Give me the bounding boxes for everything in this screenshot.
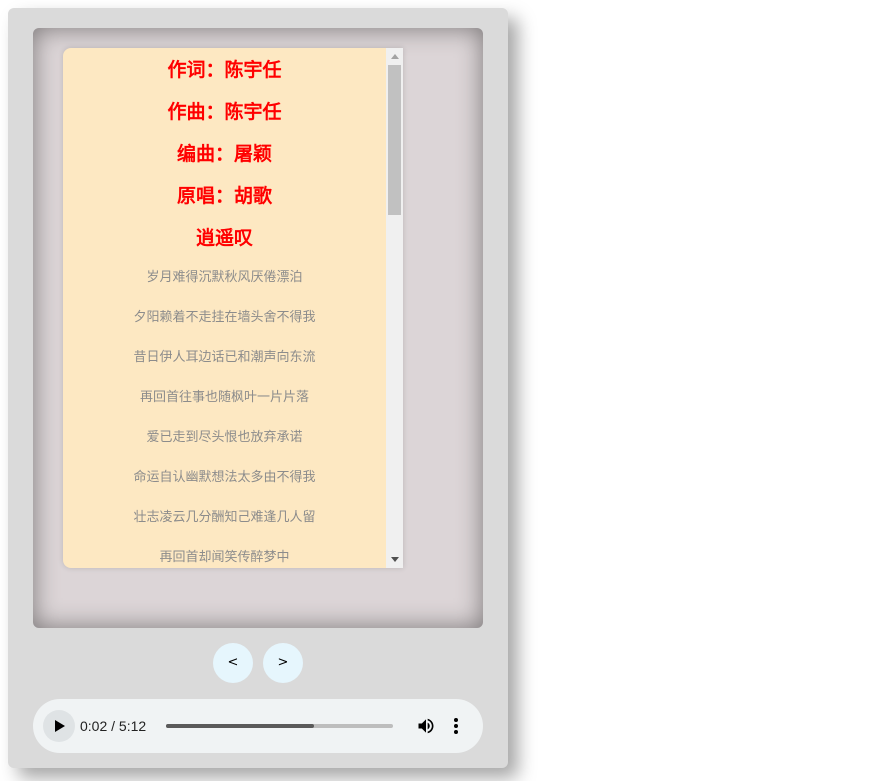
lyrics-content: 作词：陈宇任 作曲：陈宇任 编曲：屠颖 原唱：胡歌 逍遥叹 岁月难得沉默秋风厌倦… — [63, 48, 386, 568]
lyric-line: 再回首往事也随枫叶一片片落 — [139, 390, 309, 405]
more-options-icon[interactable] — [448, 716, 464, 736]
next-button[interactable]: > — [263, 643, 303, 683]
lyric-line: 命运自认幽默想法太多由不得我 — [133, 470, 316, 485]
audio-player: 0:02 / 5:12 — [33, 699, 483, 753]
original-singer-credit: 原唱：胡歌 — [176, 185, 272, 207]
scroll-down-arrow-icon[interactable] — [386, 551, 403, 568]
composer-credit: 作曲：陈宇任 — [167, 101, 282, 123]
lyrics-scrollbar[interactable] — [386, 48, 403, 568]
time-display: 0:02 / 5:12 — [80, 718, 147, 734]
play-icon[interactable] — [43, 710, 75, 742]
lyric-line: 壮志凌云几分酬知己难逢几人留 — [133, 510, 316, 525]
player-card: 作词：陈宇任 作曲：陈宇任 编曲：屠颖 原唱：胡歌 逍遥叹 岁月难得沉默秋风厌倦… — [8, 8, 508, 768]
progress-slider[interactable] — [166, 724, 393, 728]
lyric-line: 爱已走到尽头恨也放弃承诺 — [146, 430, 303, 445]
lyric-line: 再回首却闻笑传醉梦中 — [159, 550, 290, 565]
volume-icon[interactable] — [416, 716, 436, 736]
song-title: 逍遥叹 — [195, 227, 253, 249]
scroll-thumb[interactable] — [388, 65, 401, 215]
lyrics-nav-buttons: < > — [212, 642, 312, 684]
lyric-line: 夕阳赖着不走挂在墙头舍不得我 — [133, 310, 316, 325]
lyrics-panel[interactable]: 作词：陈宇任 作曲：陈宇任 编曲：屠颖 原唱：胡歌 逍遥叹 岁月难得沉默秋风厌倦… — [63, 48, 403, 568]
lyric-line: 昔日伊人耳边话已和潮声向东流 — [133, 350, 316, 365]
progress-fill — [166, 724, 314, 728]
previous-button[interactable]: < — [213, 643, 253, 683]
scroll-up-arrow-icon[interactable] — [386, 48, 403, 65]
lyric-line: 岁月难得沉默秋风厌倦漂泊 — [146, 270, 303, 285]
arranger-credit: 编曲：屠颖 — [176, 143, 272, 165]
lyricist-credit: 作词：陈宇任 — [167, 59, 282, 81]
